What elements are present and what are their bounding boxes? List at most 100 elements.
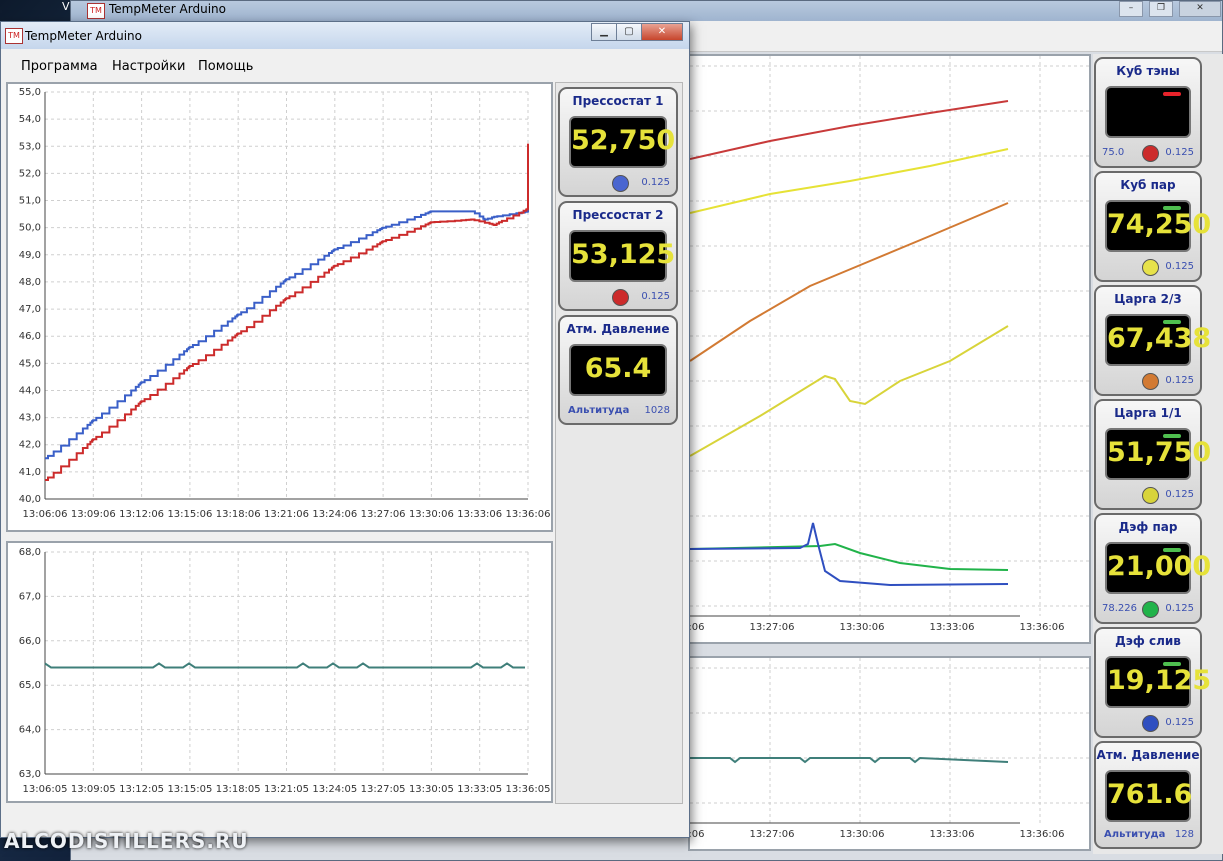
bg-close-button[interactable]: ✕	[1179, 1, 1221, 17]
series-line-tsarga-2-3	[689, 202, 1009, 362]
x-tick-label: 13:24:06	[312, 509, 357, 520]
sensor-led-icon	[1142, 715, 1159, 732]
sensor-step: 0.125	[1165, 147, 1194, 158]
x-tick-label: 13:12:06	[119, 509, 164, 520]
foreground-window[interactable]: TM TempMeter Arduino ▁ ▢ ✕ Программа Настр…	[0, 21, 690, 838]
sensor-step: 0.125	[641, 291, 670, 302]
pressostat-card-1[interactable]: Прессостат 1 52,750 0.125	[558, 87, 678, 197]
y-tick-label: 63,0	[19, 769, 41, 780]
sensor-value: 67,438	[1107, 323, 1212, 354]
maximize-button[interactable]: ▢	[616, 23, 642, 41]
sensor-card-2[interactable]: Царга 2/3 67,438 0.125	[1094, 285, 1212, 396]
sensor-led-icon	[1142, 259, 1159, 276]
sensor-display: 67,438	[1105, 314, 1212, 366]
sensor-value: 52,750	[571, 125, 676, 156]
y-tick-label: 68,0	[19, 547, 41, 558]
x-tick-label: 13:36:06	[506, 509, 551, 520]
x-tick-label: 13:36:05	[506, 784, 551, 795]
sensor-card-0[interactable]: Куб тэны 75.0 0.125	[1094, 57, 1202, 168]
x-tick-label: 13:30:06	[840, 622, 885, 633]
sensor-display	[1105, 86, 1191, 138]
sensor-led-icon	[612, 289, 629, 306]
x-tick-label: 13:15:05	[167, 784, 212, 795]
y-tick-label: 40,0	[19, 494, 41, 505]
y-tick-label: 54,0	[19, 114, 41, 125]
y-tick-label: 67,0	[19, 591, 41, 602]
sensor-led-icon	[1142, 601, 1159, 618]
y-tick-label: 46,0	[19, 331, 41, 342]
sensor-display: 21,000	[1105, 542, 1211, 594]
sensor-title: Дэф пар	[1118, 520, 1178, 534]
sensor-title: Куб тэны	[1116, 64, 1180, 78]
x-tick-label: 13:33:06	[930, 829, 975, 840]
bg-temperature-chart-svg: 13:24:06 13:27:06 13:30:06 13:33:06 13:36:06	[660, 56, 1089, 633]
y-tick-label: 44,0	[19, 385, 41, 396]
menu-item-settings[interactable]: Настройки	[112, 59, 185, 74]
sensor-title: Куб пар	[1120, 178, 1176, 192]
pressostat-card-2[interactable]: Прессостат 2 53,125 0.125	[558, 201, 678, 311]
y-tick-label: 47,0	[19, 304, 41, 315]
fg-window-title: TempMeter Arduino	[25, 29, 142, 43]
sensor-display: 53,125	[569, 230, 675, 282]
series-line-kub-teny	[689, 100, 1009, 160]
y-tick-label: 51,0	[19, 196, 41, 207]
sensor-led-icon	[1142, 487, 1159, 504]
altitude-label: Альтитуда	[568, 405, 630, 416]
app-logo-icon: TM	[5, 28, 23, 44]
x-tick-label: 13:06:06	[23, 509, 68, 520]
x-tick-label: 13:27:06	[750, 829, 795, 840]
sensor-value: 65.4	[584, 353, 652, 384]
sensor-card-3[interactable]: Царга 1/1 51,750 0.125	[1094, 399, 1211, 510]
bg-title-bar[interactable]: TM TempMeter Arduino – ❐ ✕	[71, 1, 1222, 21]
x-tick-label: 13:30:06	[840, 829, 885, 840]
close-button[interactable]: ✕	[641, 23, 683, 41]
y-tick-label: 42,0	[19, 440, 41, 451]
series-line-tsarga-1-1	[689, 325, 1009, 457]
fg-atm-pressure-card[interactable]: Атм. Давление 65.4 Альтитуда 1028	[558, 315, 678, 425]
sensor-display: 51,750	[1105, 428, 1211, 480]
x-tick-label: 13:36:06	[1020, 622, 1065, 633]
y-tick-label: 64,0	[19, 725, 41, 736]
menu-item-help[interactable]: Помощь	[198, 59, 253, 74]
bg-maximize-button[interactable]: ❐	[1149, 1, 1173, 17]
sensor-title: Прессостат 1	[572, 94, 664, 108]
y-tick-label: 50,0	[19, 223, 41, 234]
x-tick-label: 13:33:05	[457, 784, 502, 795]
x-tick-label: 13:27:06	[750, 622, 795, 633]
y-tick-label: 43,0	[19, 413, 41, 424]
sensor-display: 761.6	[1105, 770, 1193, 822]
y-tick-label: 55,0	[19, 87, 41, 98]
sensor-title: Царга 2/3	[1114, 292, 1182, 306]
sensor-step: 0.125	[1165, 261, 1194, 272]
x-tick-label: 13:24:06	[690, 622, 704, 633]
menu-item-program[interactable]: Программа	[21, 59, 98, 74]
sensor-step: 0.125	[1165, 717, 1194, 728]
pressostat-chart: 55,0 54,0 53,0 52,0 51,0 50,0 49,0 48,0 47,0 46,0…	[6, 82, 553, 532]
x-tick-label: 13:18:05	[216, 784, 261, 795]
x-tick-label: 13:27:05	[361, 784, 406, 795]
bg-pressure-chart: 13:24:06 13:27:06 13:30:06 13:33:06 13:36:06	[660, 656, 1091, 851]
bg-minimize-button[interactable]: –	[1119, 1, 1143, 17]
pressostat-chart-svg: 55,0 54,0 53,0 52,0 51,0 50,0 49,0 48,0 47,0 46,0…	[19, 87, 551, 520]
sensor-setpoint: 78.226	[1102, 603, 1137, 614]
sensor-value: 761.6	[1107, 779, 1193, 810]
altitude-value: 1028	[644, 405, 670, 416]
sensor-title: Прессостат 2	[572, 208, 664, 222]
sensor-led-icon	[1142, 145, 1159, 162]
sensor-card-1[interactable]: Куб пар 74,250 0.125	[1094, 171, 1211, 282]
minimize-button[interactable]: ▁	[591, 23, 617, 41]
x-tick-label: 13:09:05	[71, 784, 116, 795]
altitude-label: Альтитуда	[1104, 829, 1166, 840]
fg-title-bar[interactable]: TM TempMeter Arduino ▁ ▢ ✕	[1, 22, 689, 49]
sensor-card-5[interactable]: Дэф слив 19,125 0.125	[1094, 627, 1211, 738]
atm-pressure-chart-svg: 68,0 67,0 66,0 65,0 64,0 63,0 13:06:05 13:09:05…	[19, 547, 551, 795]
x-tick-label: 13:30:06	[409, 509, 454, 520]
atm-pressure-card[interactable]: Атм. Давление 761.6 Альтитуда 128	[1094, 741, 1202, 849]
x-tick-label: 13:30:05	[409, 784, 454, 795]
sensor-setpoint: 75.0	[1102, 147, 1125, 158]
sensor-card-4[interactable]: Дэф пар 21,000 78.226 0.125	[1094, 513, 1211, 624]
x-tick-label: 13:09:06	[71, 509, 116, 520]
x-tick-label: 13:12:05	[119, 784, 164, 795]
bg-window-title: TempMeter Arduino	[109, 2, 226, 16]
y-tick-label: 45,0	[19, 358, 41, 369]
